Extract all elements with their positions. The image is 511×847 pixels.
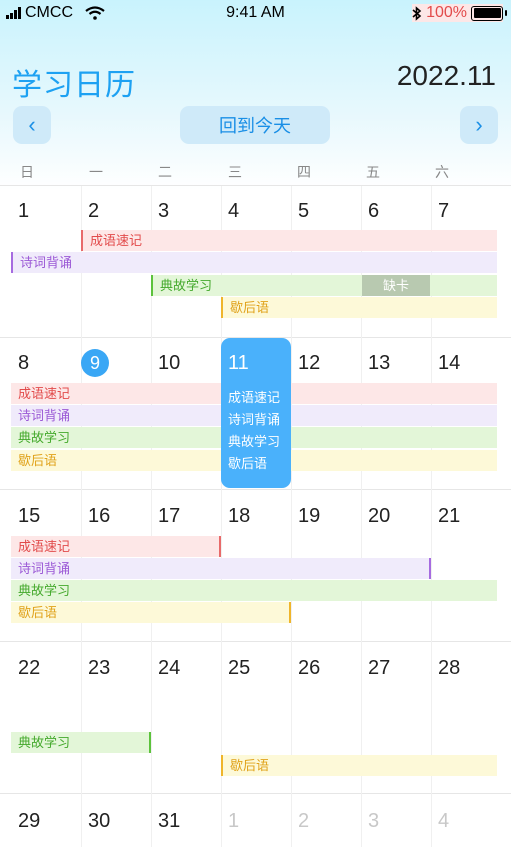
selected-task-idioms: 成语速记 [228,390,281,405]
day-cell[interactable]: 4 [228,200,239,223]
day-cell[interactable]: 7 [438,200,449,223]
day-cell[interactable]: 19 [298,505,320,528]
current-month: 2022.11 [396,60,496,91]
day-cell[interactable]: 3 [158,200,169,223]
task-bar-allusions[interactable]: 典故学习 [151,275,497,296]
weekday-label: 一 [89,164,103,180]
selected-task-poems: 诗词背诵 [228,412,281,427]
missed-checkin-badge: 缺卡 [362,275,430,296]
day-cell[interactable]: 5 [298,200,309,223]
day-cell[interactable]: 27 [368,657,390,680]
day-cell[interactable]: 6 [368,200,379,223]
task-bar-poems[interactable]: 诗词背诵 [11,252,497,273]
day-cell[interactable]: 10 [158,352,180,375]
day-cell[interactable]: 23 [88,657,110,680]
day-cell[interactable]: 1 [18,200,29,223]
chevron-left-icon: ‹ [28,112,36,137]
day-cell[interactable]: 22 [18,657,40,680]
weekday-label: 四 [297,164,311,180]
day-cell[interactable]: 26 [298,657,320,680]
next-month-button[interactable]: › [460,106,498,144]
day-cell[interactable]: 14 [438,352,460,375]
task-bar-xiehouyu[interactable]: 歇后语 [11,602,291,623]
day-cell[interactable]: 2 [88,200,99,223]
day-cell[interactable]: 12 [298,352,320,375]
status-bar: CMCC 9:41 AM 100% [0,0,511,26]
task-bar-xiehouyu[interactable]: 歇后语 [221,755,497,776]
day-cell[interactable]: 20 [368,505,390,528]
day-cell[interactable]: 17 [158,505,180,528]
day-cell[interactable]: 21 [438,505,460,528]
grid-line [0,793,511,794]
selected-task-xiehouyu: 歇后语 [228,456,268,471]
task-bar-idioms[interactable]: 成语速记 [81,230,497,251]
day-cell-next-month[interactable]: 2 [298,810,309,833]
day-cell[interactable]: 30 [88,810,110,833]
day-cell[interactable]: 24 [158,657,180,680]
selected-day-number: 11 [228,352,249,374]
day-cell-next-month[interactable]: 1 [228,810,239,833]
day-cell[interactable]: 25 [228,657,250,680]
today-marker[interactable]: 9 [81,349,109,377]
task-bar-allusions[interactable]: 典故学习 [11,580,497,601]
battery-percent: 100% [426,4,467,21]
day-cell[interactable]: 29 [18,810,40,833]
task-bar-allusions[interactable]: 典故学习 [11,732,151,753]
weekday-label: 日 [20,164,34,180]
page-title: 学习日历 [12,69,136,102]
day-cell[interactable]: 15 [18,505,40,528]
selected-day-cell[interactable]: 11 成语速记 诗词背诵 典故学习 歇后语 [221,338,291,488]
chevron-right-icon: › [475,112,483,137]
back-to-today-button[interactable]: 回到今天 [180,106,330,144]
grid-line [0,185,511,186]
task-bar-poems[interactable]: 诗词背诵 [11,558,431,579]
task-bar-xiehouyu[interactable]: 歇后语 [221,297,497,318]
weekday-label: 二 [158,164,172,180]
day-cell[interactable]: 28 [438,657,460,680]
day-cell[interactable]: 16 [88,505,110,528]
weekday-label: 六 [435,164,449,180]
grid-line [0,641,511,642]
selected-task-allusions: 典故学习 [228,434,281,449]
bluetooth-icon [412,5,422,21]
weekday-label: 三 [228,164,242,180]
prev-month-button[interactable]: ‹ [13,106,51,144]
battery-icon [471,5,507,21]
day-cell-next-month[interactable]: 4 [438,810,449,833]
task-bar-idioms[interactable]: 成语速记 [11,536,221,557]
day-cell[interactable]: 8 [18,352,29,375]
weekday-label: 五 [366,164,380,180]
day-cell[interactable]: 31 [158,810,180,833]
day-cell[interactable]: 13 [368,352,390,375]
day-cell-next-month[interactable]: 3 [368,810,379,833]
grid-line [0,489,511,490]
day-cell[interactable]: 18 [228,505,250,528]
